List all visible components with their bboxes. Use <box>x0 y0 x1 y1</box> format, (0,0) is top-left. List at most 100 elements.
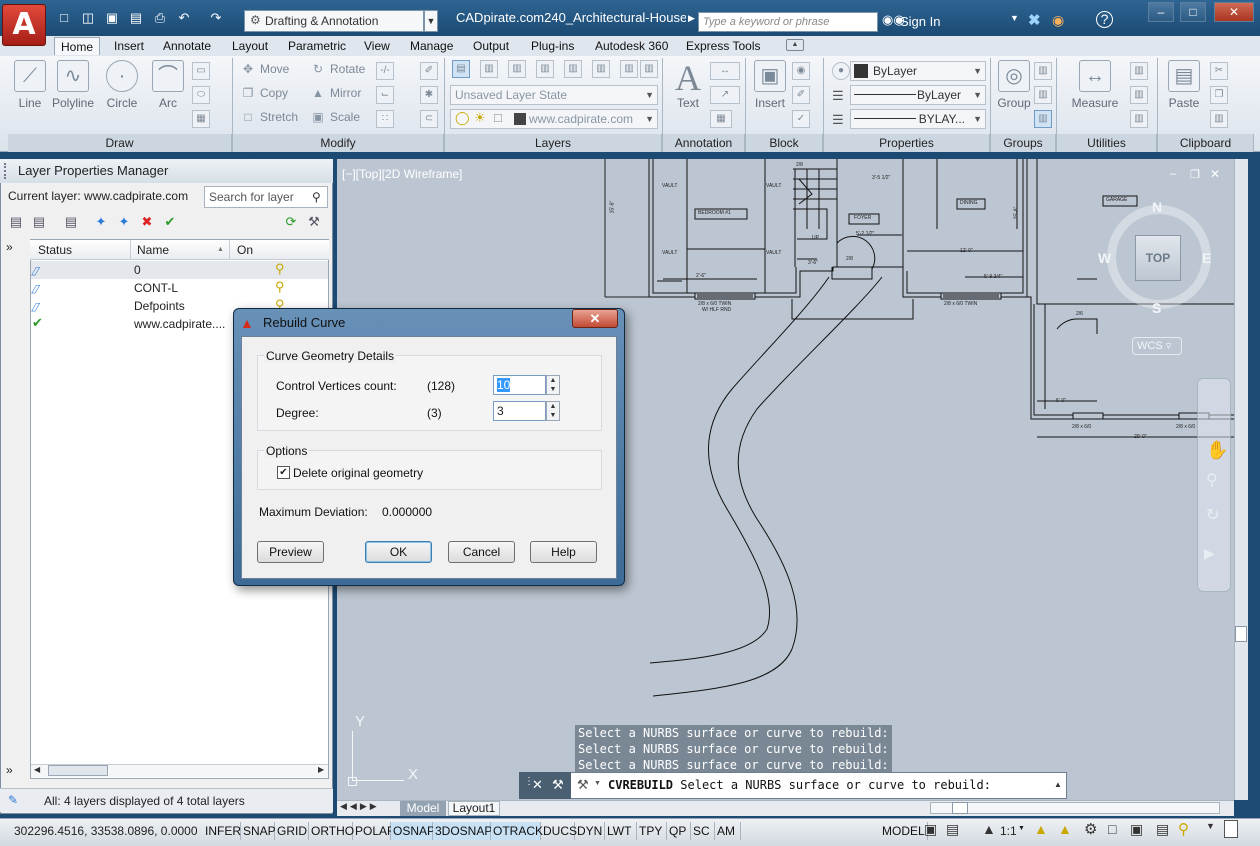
sign-in-button[interactable]: Sign In <box>900 14 940 29</box>
viewcube-top-face[interactable]: TOP <box>1135 235 1181 281</box>
layer-off-icon[interactable]: ▥ <box>640 60 658 78</box>
wrench-icon[interactable]: ⚒ <box>552 777 564 793</box>
column-divider[interactable] <box>229 240 230 260</box>
close-icon[interactable]: ✕ <box>1214 2 1254 22</box>
workspace-switching-gear-icon[interactable]: ⚙ <box>1084 820 1097 838</box>
chevron-right-icon[interactable]: ▶ <box>688 13 695 24</box>
status-toggle-otrack[interactable]: OTRACK <box>491 822 543 840</box>
viewcube-east[interactable]: E <box>1202 250 1211 266</box>
new-layer-icon[interactable]: ✦ <box>92 213 110 231</box>
chevron-down-icon[interactable]: ▼ <box>594 780 601 787</box>
tab-annotate[interactable]: Annotate <box>157 37 217 55</box>
tab-view[interactable]: View <box>358 37 396 55</box>
recent-commands-icon[interactable]: ⚒ <box>577 777 589 793</box>
minimize-icon[interactable]: – <box>1148 2 1174 22</box>
annotation-scale-icon[interactable]: ▲ <box>982 821 996 837</box>
control-vertices-input[interactable]: 10 <box>493 375 546 395</box>
wcs-menu[interactable]: WCS ▿ <box>1132 337 1182 355</box>
status-toggle-snap[interactable]: SNAP <box>241 822 276 840</box>
status-toggle-sc[interactable]: SC <box>691 822 715 840</box>
polyline-button[interactable]: ∿ Polyline <box>50 60 96 110</box>
arc-button[interactable]: ⌒ Arc <box>146 60 190 110</box>
chevron-up-icon[interactable]: ▲ <box>1054 780 1062 789</box>
create-block-icon[interactable]: ◉ <box>792 62 810 80</box>
array-icon[interactable]: ∷ <box>376 110 394 128</box>
layer-properties-icon[interactable]: ▤ <box>452 60 470 78</box>
model-space-toggle[interactable]: MODEL <box>880 822 928 840</box>
auto-scale-icon[interactable]: ▲ <box>1058 821 1072 837</box>
dimension-icon[interactable]: ↔ <box>710 62 740 80</box>
mirror-button[interactable]: ▲ Mirror <box>310 86 361 100</box>
layer-freeze-icon[interactable]: ▥ <box>620 60 638 78</box>
status-toggle-tpy[interactable]: TPY <box>637 822 667 840</box>
group-edit-icon[interactable]: ▥ <box>1034 86 1052 104</box>
scale-button[interactable]: ▣ Scale <box>310 110 360 124</box>
maximize-icon[interactable]: □ <box>1180 2 1206 22</box>
match-properties-icon[interactable]: ● <box>832 62 850 80</box>
move-button[interactable]: ✥ Move <box>240 62 289 76</box>
table-icon[interactable]: ▦ <box>710 110 732 128</box>
redo-icon[interactable]: ↷ <box>208 10 224 26</box>
stretch-button[interactable]: □ Stretch <box>240 110 298 124</box>
tab-model[interactable]: Model <box>400 801 446 816</box>
filter-icon[interactable]: ✎ <box>8 793 18 807</box>
pan-hand-icon[interactable]: ✋ <box>1206 440 1228 461</box>
lightbulb-icon[interactable]: ⚲ <box>275 279 285 295</box>
viewcube-south[interactable]: S <box>1152 300 1161 316</box>
horizontal-scrollbar[interactable] <box>930 802 1220 814</box>
stay-connected-icon[interactable]: ◉ <box>1052 12 1064 29</box>
control-vertices-spinner[interactable]: ▲ ▼ <box>546 375 560 395</box>
viewport-restore-icon[interactable]: ❐ <box>1190 168 1200 181</box>
edit-block-icon[interactable]: ✐ <box>792 86 810 104</box>
save-icon[interactable]: ▣ <box>104 10 120 26</box>
ribbon-minimize-icon[interactable]: ▲ <box>786 39 804 51</box>
panel-block-label[interactable]: Block <box>746 134 823 152</box>
trim-icon[interactable]: -/- <box>376 62 394 80</box>
layer-search-input[interactable]: Search for layer <box>204 186 328 208</box>
chevron-down-icon[interactable]: ▼ <box>1010 13 1019 23</box>
close-icon[interactable]: ✕ <box>532 777 543 793</box>
exchange-icon[interactable]: ✖ <box>1028 11 1041 29</box>
quick-view-drawings-icon[interactable]: ▤ <box>946 821 959 838</box>
status-toggle-3dosnap[interactable]: 3DOSNAP <box>433 822 492 840</box>
lightbulb-icon[interactable]: ⚲ <box>275 261 285 277</box>
paste-button[interactable]: ▤ Paste <box>1162 60 1206 110</box>
tab-layout[interactable]: Layout <box>226 37 274 55</box>
vertical-scroll-thumb[interactable] <box>1235 626 1247 642</box>
panel-modify-label[interactable]: Modify <box>233 134 444 152</box>
hatch-icon[interactable]: ▦ <box>192 110 210 128</box>
set-current-icon[interactable]: ✔ <box>161 213 179 231</box>
tab-express-tools[interactable]: Express Tools <box>680 37 766 55</box>
chevron-down-icon[interactable]: ▼ <box>1206 821 1215 831</box>
chevron-down-icon[interactable]: ▼ <box>1018 825 1025 832</box>
help-search-input[interactable]: Type a keyword or phrase <box>698 12 878 32</box>
tab-layout1[interactable]: Layout1 <box>448 801 500 816</box>
viewcube-north[interactable]: N <box>1152 199 1162 215</box>
horizontal-scroll-thumb[interactable] <box>952 802 968 814</box>
layout-navigation-arrows[interactable]: ◀◀▶▶ <box>340 801 380 812</box>
cancel-button[interactable]: Cancel <box>448 541 515 563</box>
status-toggle-dyn[interactable]: DYN <box>575 822 605 840</box>
new-group-filter-icon[interactable]: ▤ <box>30 213 48 231</box>
column-name[interactable]: Name <box>137 243 169 257</box>
column-divider[interactable] <box>130 240 131 260</box>
insert-block-button[interactable]: ▣ Insert <box>748 60 792 110</box>
drag-handle-icon[interactable] <box>4 163 10 179</box>
layer-list-scroll-thumb[interactable] <box>48 765 108 776</box>
settings-wrench-icon[interactable]: ⚒ <box>305 213 323 231</box>
new-file-icon[interactable]: □ <box>56 10 72 26</box>
panel-annotation-label[interactable]: Annotation <box>663 134 745 152</box>
layer-states-manager-icon[interactable]: ▤ <box>62 213 80 231</box>
panel-utilities-label[interactable]: Utilities <box>1057 134 1157 152</box>
delete-layer-icon[interactable]: ✖ <box>138 213 156 231</box>
layer-unisolate-icon[interactable]: ▥ <box>508 60 526 78</box>
help-button[interactable]: Help <box>530 541 597 563</box>
viewport-controls-label[interactable]: [−][Top][2D Wireframe] <box>342 167 462 181</box>
column-status[interactable]: Status <box>38 243 72 257</box>
orbit-icon[interactable]: ↻ <box>1206 505 1219 525</box>
viewport-close-icon[interactable]: ✕ <box>1210 167 1220 181</box>
leader-icon[interactable]: ↗ <box>710 86 740 104</box>
erase-icon[interactable]: ✐ <box>420 62 438 80</box>
ungroup-icon[interactable]: ▥ <box>1034 62 1052 80</box>
vertical-scrollbar[interactable] <box>1234 159 1248 800</box>
